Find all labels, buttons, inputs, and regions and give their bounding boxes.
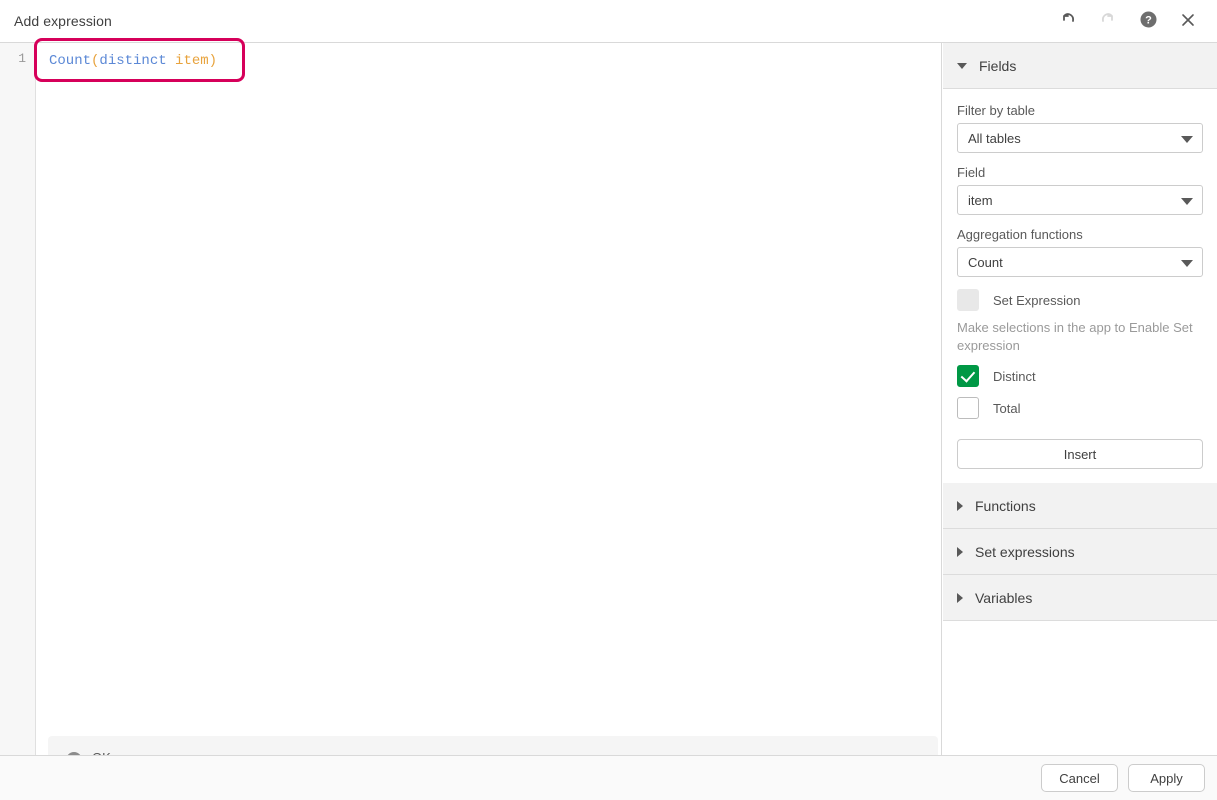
aggregation-functions-label: Aggregation functions: [957, 227, 1203, 242]
token-close-paren: ): [209, 53, 217, 69]
filter-by-table-value: All tables: [968, 131, 1021, 146]
distinct-checkbox-row[interactable]: Distinct: [957, 365, 1203, 387]
chevron-right-icon: [957, 547, 963, 557]
distinct-label: Distinct: [993, 369, 1036, 384]
fields-section-body: Filter by table All tables Field item Ag…: [943, 89, 1217, 483]
section-header-variables[interactable]: Variables: [943, 575, 1217, 621]
set-expression-label: Set Expression: [993, 293, 1080, 308]
editor-gutter: 1: [0, 43, 36, 755]
code-line-1: Count(distinct item): [49, 51, 931, 71]
chevron-down-icon: [957, 63, 967, 69]
side-panel: Fields Filter by table All tables Field …: [943, 43, 1217, 755]
section-header-fields[interactable]: Fields: [943, 43, 1217, 89]
svg-text:?: ?: [1145, 15, 1152, 27]
help-button[interactable]: ?: [1131, 4, 1165, 38]
page-title: Add expression: [14, 13, 112, 29]
token-keyword: distinct: [99, 53, 166, 69]
close-button[interactable]: [1171, 4, 1205, 38]
filter-by-table-label: Filter by table: [957, 103, 1203, 118]
token-field: item: [175, 53, 209, 69]
dialog-header: Add expression: [0, 0, 1217, 43]
redo-button[interactable]: [1091, 4, 1125, 38]
close-icon: [1179, 11, 1197, 32]
dialog-footer: Cancel Apply: [0, 755, 1217, 800]
distinct-checkbox[interactable]: [957, 365, 979, 387]
filter-by-table-select[interactable]: All tables: [957, 123, 1203, 153]
chevron-down-icon: [1181, 136, 1193, 143]
aggregation-functions-select[interactable]: Count: [957, 247, 1203, 277]
chevron-down-icon: [1181, 260, 1193, 267]
set-expression-checkbox-row[interactable]: Set Expression: [957, 289, 1203, 311]
insert-button[interactable]: Insert: [957, 439, 1203, 469]
apply-button[interactable]: Apply: [1128, 764, 1205, 792]
section-title-functions: Functions: [975, 498, 1036, 514]
redo-icon: [1099, 11, 1117, 32]
aggregation-value: Count: [968, 255, 1003, 270]
help-icon: ?: [1139, 10, 1158, 32]
section-title-fields: Fields: [979, 58, 1016, 74]
section-title-set-expressions: Set expressions: [975, 544, 1075, 560]
add-expression-dialog: Add expression: [0, 0, 1217, 800]
undo-button[interactable]: [1051, 4, 1085, 38]
field-value: item: [968, 193, 993, 208]
chevron-right-icon: [957, 501, 963, 511]
set-expression-checkbox[interactable]: [957, 289, 979, 311]
total-checkbox-row[interactable]: Total: [957, 397, 1203, 419]
token-space: [167, 53, 175, 69]
chevron-right-icon: [957, 593, 963, 603]
token-function: Count: [49, 53, 91, 69]
code-input[interactable]: Count(distinct item): [37, 43, 941, 755]
field-select[interactable]: item: [957, 185, 1203, 215]
section-header-functions[interactable]: Functions: [943, 483, 1217, 529]
undo-icon: [1059, 11, 1077, 32]
total-checkbox[interactable]: [957, 397, 979, 419]
chevron-down-icon: [1181, 198, 1193, 205]
set-expression-hint: Make selections in the app to Enable Set…: [957, 319, 1203, 355]
section-title-variables: Variables: [975, 590, 1032, 606]
field-label: Field: [957, 165, 1203, 180]
expression-editor: 1 Count(distinct item) i OK Count(distin…: [0, 43, 942, 755]
line-number: 1: [0, 51, 26, 66]
cancel-button[interactable]: Cancel: [1041, 764, 1118, 792]
header-actions: ?: [1051, 4, 1205, 38]
total-label: Total: [993, 401, 1020, 416]
section-header-set-expressions[interactable]: Set expressions: [943, 529, 1217, 575]
